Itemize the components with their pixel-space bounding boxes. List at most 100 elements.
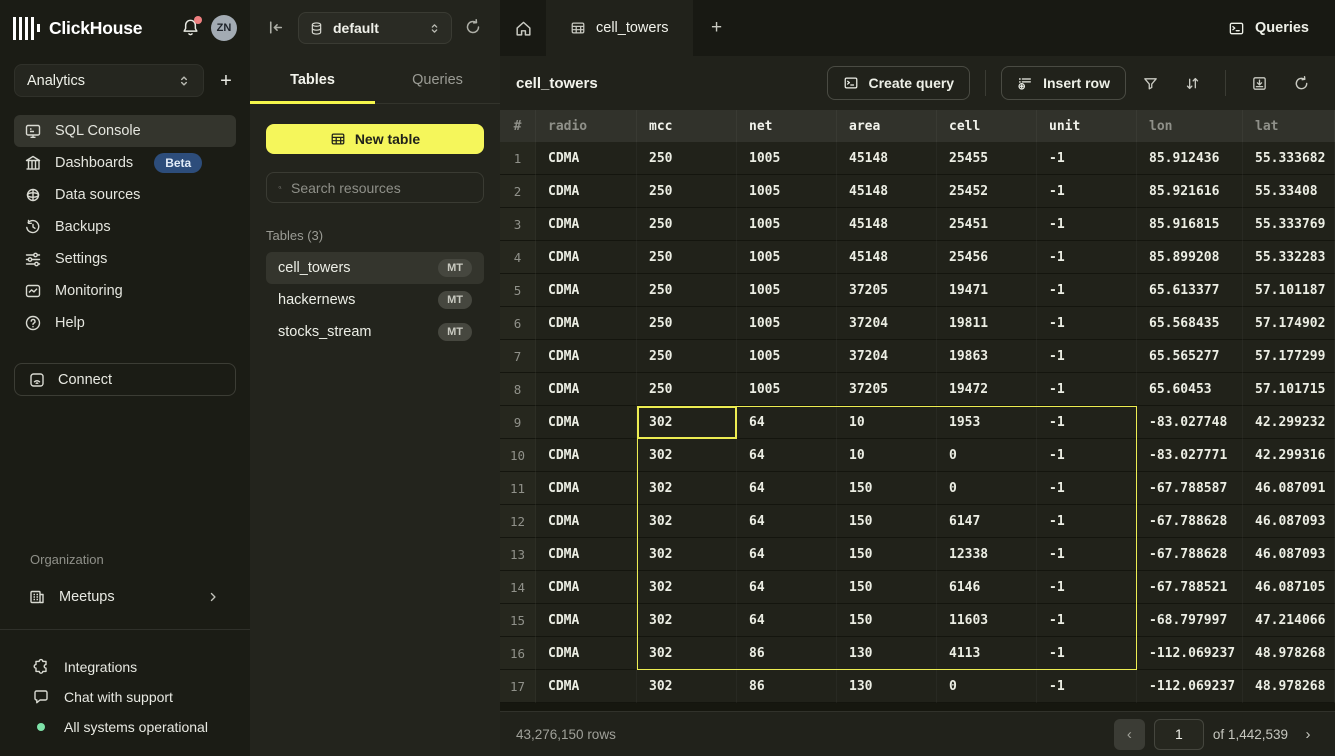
home-button[interactable] [500, 0, 546, 56]
grid-cell[interactable]: -83.027748 [1137, 406, 1243, 439]
grid-cell[interactable]: -1 [1037, 241, 1137, 274]
grid-cell[interactable]: CDMA [536, 472, 637, 505]
grid-cell[interactable]: 19472 [937, 373, 1037, 406]
grid-cell[interactable]: 25455 [937, 142, 1037, 175]
grid-cell[interactable]: 150 [837, 571, 937, 604]
column-header-cell[interactable]: cell [937, 110, 1037, 142]
refresh-data-button[interactable] [1283, 66, 1319, 100]
tab-queries[interactable]: Queries [375, 56, 500, 103]
row-number[interactable]: 5 [500, 274, 536, 307]
collapse-sidebar-button[interactable] [266, 18, 286, 38]
grid-cell[interactable]: 45148 [837, 241, 937, 274]
grid-cell[interactable]: 250 [637, 307, 737, 340]
grid-cell[interactable]: CDMA [536, 604, 637, 637]
grid-cell[interactable]: CDMA [536, 406, 637, 439]
grid-cell[interactable]: 1005 [737, 241, 837, 274]
row-number[interactable]: 3 [500, 208, 536, 241]
grid-cell[interactable]: 0 [937, 670, 1037, 703]
download-button[interactable] [1241, 66, 1277, 100]
grid-cell[interactable]: 42.299316 [1243, 439, 1335, 472]
column-header-unit[interactable]: unit [1037, 110, 1137, 142]
grid-cell[interactable]: 46.087093 [1243, 538, 1335, 571]
sidebar-item-integrations[interactable]: Integrations [0, 652, 250, 682]
grid-cell[interactable]: 302 [637, 670, 737, 703]
grid-cell[interactable]: -1 [1037, 670, 1137, 703]
grid-cell[interactable]: 19811 [937, 307, 1037, 340]
grid-cell[interactable]: 42.299232 [1243, 406, 1335, 439]
grid-cell[interactable]: -112.069237 [1137, 637, 1243, 670]
sidebar-item-backups[interactable]: Backups [14, 211, 236, 243]
new-tab-button[interactable]: + [693, 0, 741, 56]
grid-cell[interactable]: 57.174902 [1243, 307, 1335, 340]
grid-cell[interactable]: 48.978268 [1243, 637, 1335, 670]
grid-cell[interactable]: -1 [1037, 340, 1137, 373]
grid-cell[interactable]: CDMA [536, 142, 637, 175]
sidebar-item-chat-support[interactable]: Chat with support [0, 682, 250, 712]
grid-cell[interactable]: -67.788521 [1137, 571, 1243, 604]
grid-cell[interactable]: CDMA [536, 208, 637, 241]
tab-tables[interactable]: Tables [250, 56, 375, 103]
grid-cell[interactable]: 4113 [937, 637, 1037, 670]
grid-cell[interactable]: 1005 [737, 373, 837, 406]
filter-button[interactable] [1132, 66, 1168, 100]
grid-cell[interactable]: 64 [737, 604, 837, 637]
grid-cell[interactable]: -1 [1037, 307, 1137, 340]
connect-button[interactable]: Connect [14, 363, 236, 396]
grid-cell[interactable]: 85.921616 [1137, 175, 1243, 208]
grid-cell[interactable]: 55.333682 [1243, 142, 1335, 175]
grid-cell[interactable]: 65.60453 [1137, 373, 1243, 406]
grid-cell[interactable]: 12338 [937, 538, 1037, 571]
grid-cell[interactable]: 47.214066 [1243, 604, 1335, 637]
grid-cell[interactable]: 302 [637, 538, 737, 571]
grid-cell[interactable]: 64 [737, 439, 837, 472]
row-number[interactable]: 16 [500, 637, 536, 670]
grid-cell[interactable]: 0 [937, 439, 1037, 472]
grid-cell[interactable]: CDMA [536, 637, 637, 670]
grid-cell[interactable]: 1005 [737, 142, 837, 175]
grid-cell[interactable]: 250 [637, 274, 737, 307]
grid-cell[interactable]: 10 [837, 439, 937, 472]
row-number[interactable]: 9 [500, 406, 536, 439]
row-number[interactable]: 11 [500, 472, 536, 505]
grid-cell[interactable]: 302 [637, 406, 737, 439]
sidebar-item-help[interactable]: Help [14, 307, 236, 339]
grid-cell[interactable]: 1005 [737, 175, 837, 208]
grid-cell[interactable]: 45148 [837, 175, 937, 208]
grid-cell[interactable]: 86 [737, 637, 837, 670]
grid-cell[interactable]: 25456 [937, 241, 1037, 274]
grid-cell[interactable]: 65.565277 [1137, 340, 1243, 373]
sidebar-item-data-sources[interactable]: Data sources [14, 179, 236, 211]
create-query-button[interactable]: Create query [827, 66, 971, 100]
row-number[interactable]: 6 [500, 307, 536, 340]
grid-cell[interactable]: 55.332283 [1243, 241, 1335, 274]
row-number[interactable]: 17 [500, 670, 536, 703]
column-header-radio[interactable]: radio [536, 110, 637, 142]
grid-cell[interactable]: CDMA [536, 670, 637, 703]
grid-cell[interactable]: -68.797997 [1137, 604, 1243, 637]
grid-cell[interactable]: CDMA [536, 505, 637, 538]
sidebar-item-settings[interactable]: Settings [14, 243, 236, 275]
grid-cell[interactable]: 46.087105 [1243, 571, 1335, 604]
row-number[interactable]: 12 [500, 505, 536, 538]
grid-cell[interactable]: 250 [637, 142, 737, 175]
grid-cell[interactable]: 150 [837, 472, 937, 505]
row-number-header[interactable]: # [500, 110, 536, 142]
grid-cell[interactable]: 55.33408 [1243, 175, 1335, 208]
grid-cell[interactable]: 57.101187 [1243, 274, 1335, 307]
notifications-button[interactable] [181, 18, 201, 38]
grid-cell[interactable]: -1 [1037, 637, 1137, 670]
row-number[interactable]: 13 [500, 538, 536, 571]
grid-cell[interactable]: 25451 [937, 208, 1037, 241]
search-input[interactable] [291, 180, 472, 196]
new-table-button[interactable]: New table [266, 124, 484, 154]
grid-cell[interactable]: 250 [637, 208, 737, 241]
grid-cell[interactable]: 6147 [937, 505, 1037, 538]
grid-cell[interactable]: 37204 [837, 340, 937, 373]
table-list-item-stocks-stream[interactable]: stocks_stream MT [266, 316, 484, 348]
grid-cell[interactable]: 48.978268 [1243, 670, 1335, 703]
grid-cell[interactable]: 1005 [737, 340, 837, 373]
grid-cell[interactable]: -1 [1037, 571, 1137, 604]
grid-cell[interactable]: 85.916815 [1137, 208, 1243, 241]
grid-cell[interactable]: -1 [1037, 406, 1137, 439]
next-page-button[interactable]: › [1297, 726, 1319, 743]
